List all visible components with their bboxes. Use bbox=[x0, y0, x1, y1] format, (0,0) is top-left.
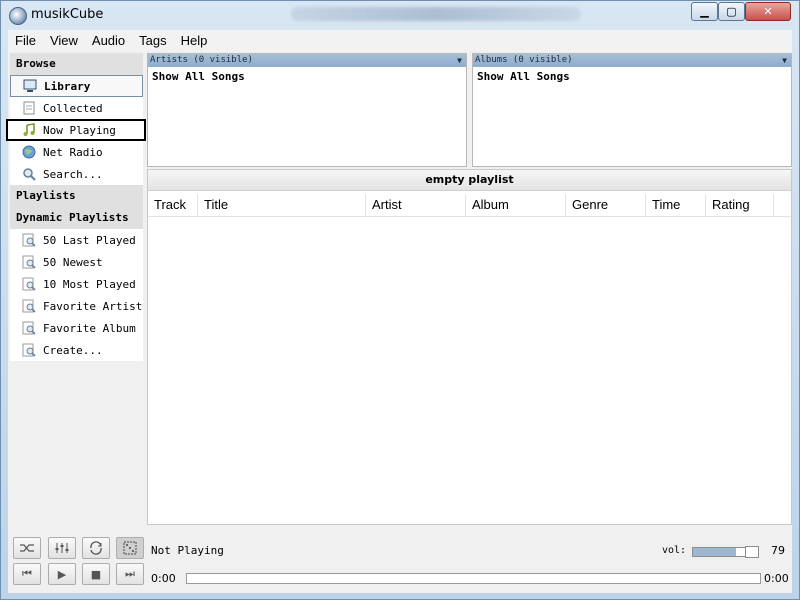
volume-label: vol: bbox=[662, 545, 687, 556]
dynamic-playlist-icon bbox=[22, 233, 36, 247]
column-artist[interactable]: Artist bbox=[366, 194, 466, 216]
sidebar-item-favorite-album[interactable]: Favorite Album bbox=[10, 317, 143, 339]
volume-fill bbox=[693, 548, 736, 556]
sidebar-item-label: Favorite Artist bbox=[43, 299, 143, 313]
sidebar-item-label: Favorite Album bbox=[43, 321, 136, 335]
dynamic-playlist-icon bbox=[22, 299, 36, 313]
sidebar-item-label: Now Playing bbox=[43, 123, 116, 137]
column-rating[interactable]: Rating bbox=[706, 194, 774, 216]
artists-pane-header[interactable]: Artists (0 visible) ▼ bbox=[148, 54, 466, 67]
now-playing-status: Not Playing bbox=[151, 544, 224, 557]
previous-icon: ⏮ bbox=[22, 567, 32, 580]
transport-bar: ⏮ ▶ ■ ⏭ Not Playing vol: 79 0:00 0:00 bbox=[8, 527, 792, 593]
seek-bar[interactable] bbox=[186, 573, 761, 584]
dynamic-playlist-icon bbox=[22, 255, 36, 269]
sidebar-item-net-radio[interactable]: Net Radio bbox=[10, 141, 143, 163]
sidebar: Browse Library Collected Now Playing Net… bbox=[6, 53, 146, 525]
client-area: Browse Library Collected Now Playing Net… bbox=[6, 51, 792, 593]
stop-icon: ■ bbox=[90, 567, 102, 581]
artists-show-all[interactable]: Show All Songs bbox=[148, 67, 466, 86]
time-elapsed: 0:00 bbox=[151, 572, 176, 585]
document-icon bbox=[23, 101, 35, 115]
dropdown-arrow-icon[interactable]: ▼ bbox=[457, 54, 462, 67]
sidebar-item-50-newest[interactable]: 50 Newest bbox=[10, 251, 143, 273]
app-icon bbox=[9, 7, 27, 25]
sidebar-item-label: Library bbox=[44, 79, 91, 93]
sidebar-item-label: Search... bbox=[43, 167, 103, 181]
volume-slider-thumb[interactable] bbox=[745, 546, 759, 558]
play-icon: ▶ bbox=[57, 567, 67, 581]
equalizer-button[interactable] bbox=[48, 537, 76, 559]
minimize-button[interactable]: ▁ bbox=[691, 2, 718, 21]
albums-pane[interactable]: Albums (0 visible) ▼ Show All Songs bbox=[472, 53, 792, 167]
playlist-title: empty playlist bbox=[148, 170, 791, 191]
sidebar-item-library[interactable]: Library bbox=[10, 75, 143, 97]
sidebar-item-label: Net Radio bbox=[43, 145, 103, 159]
monitor-icon bbox=[23, 79, 37, 92]
column-title[interactable]: Title bbox=[198, 194, 366, 216]
browse-header: Browse bbox=[10, 53, 143, 75]
equalizer-icon bbox=[55, 543, 69, 553]
dropdown-arrow-icon[interactable]: ▼ bbox=[782, 54, 787, 67]
dynamic-playlist-icon bbox=[22, 277, 36, 291]
playlist-view[interactable]: empty playlist Track Title Artist Album … bbox=[147, 169, 792, 525]
next-icon: ⏭ bbox=[125, 567, 135, 580]
menu-help[interactable]: Help bbox=[174, 30, 215, 51]
dynamic-playlist-icon bbox=[22, 321, 36, 335]
dice-icon bbox=[123, 541, 137, 555]
volume-value: 79 bbox=[771, 544, 785, 557]
sidebar-item-label: 50 Newest bbox=[43, 255, 103, 269]
sidebar-item-label: 10 Most Played bbox=[43, 277, 136, 291]
dynamic-playlists-header[interactable]: Dynamic Playlists bbox=[10, 207, 143, 229]
column-album[interactable]: Album bbox=[466, 194, 566, 216]
blurred-region bbox=[291, 7, 581, 21]
sidebar-item-search[interactable]: Search... bbox=[10, 163, 143, 185]
repeat-icon bbox=[90, 541, 102, 555]
play-button[interactable]: ▶ bbox=[48, 563, 76, 585]
menu-view[interactable]: View bbox=[43, 30, 85, 51]
column-genre[interactable]: Genre bbox=[566, 194, 646, 216]
magnifier-icon bbox=[23, 168, 36, 181]
shuffle-icon bbox=[20, 544, 34, 552]
albums-pane-title: Albums (0 visible) bbox=[475, 55, 573, 65]
sidebar-item-now-playing[interactable]: Now Playing bbox=[6, 119, 146, 141]
close-button[interactable]: ✕ bbox=[745, 2, 791, 21]
menu-file[interactable]: File bbox=[8, 30, 43, 51]
sidebar-item-collected[interactable]: Collected bbox=[10, 97, 143, 119]
sidebar-item-label: 50 Last Played bbox=[43, 233, 136, 247]
menu-tags[interactable]: Tags bbox=[132, 30, 173, 51]
sidebar-item-create[interactable]: Create... bbox=[10, 339, 143, 361]
column-track[interactable]: Track bbox=[148, 194, 198, 216]
sidebar-item-favorite-artist[interactable]: Favorite Artist bbox=[10, 295, 143, 317]
globe-icon bbox=[22, 145, 36, 159]
dynamic-playlist-icon bbox=[22, 343, 36, 357]
sidebar-item-10-most-played[interactable]: 10 Most Played bbox=[10, 273, 143, 295]
sidebar-item-label: Create... bbox=[43, 343, 103, 357]
menu-audio[interactable]: Audio bbox=[85, 30, 132, 51]
albums-pane-header[interactable]: Albums (0 visible) ▼ bbox=[473, 54, 791, 67]
filter-panes: Artists (0 visible) ▼ Show All Songs Alb… bbox=[147, 53, 792, 167]
playlists-header[interactable]: Playlists bbox=[10, 185, 143, 207]
music-note-icon bbox=[23, 123, 35, 136]
title-bar: musikCube ▁ ▢ ✕ bbox=[1, 1, 799, 29]
artists-pane[interactable]: Artists (0 visible) ▼ Show All Songs bbox=[147, 53, 467, 167]
artists-pane-title: Artists (0 visible) bbox=[150, 55, 253, 65]
window-title: musikCube bbox=[31, 7, 104, 22]
maximize-button[interactable]: ▢ bbox=[718, 2, 745, 21]
playlist-column-headers: Track Title Artist Album Genre Time Rati… bbox=[148, 194, 791, 217]
previous-button[interactable]: ⏮ bbox=[13, 563, 41, 585]
menu-bar: File View Audio Tags Help bbox=[8, 30, 792, 51]
volume-slider[interactable] bbox=[692, 547, 748, 557]
sidebar-item-label: Collected bbox=[43, 101, 103, 115]
albums-show-all[interactable]: Show All Songs bbox=[473, 67, 791, 86]
repeat-button[interactable] bbox=[82, 537, 110, 559]
sidebar-item-50-last-played[interactable]: 50 Last Played bbox=[10, 229, 143, 251]
main-window: musikCube ▁ ▢ ✕ File View Audio Tags Hel… bbox=[0, 0, 800, 600]
time-total: 0:00 bbox=[764, 572, 789, 585]
column-time[interactable]: Time bbox=[646, 194, 706, 216]
stop-button[interactable]: ■ bbox=[82, 563, 110, 585]
next-button[interactable]: ⏭ bbox=[116, 563, 144, 585]
shuffle-button[interactable] bbox=[13, 537, 41, 559]
random-dice-button[interactable] bbox=[116, 537, 144, 559]
